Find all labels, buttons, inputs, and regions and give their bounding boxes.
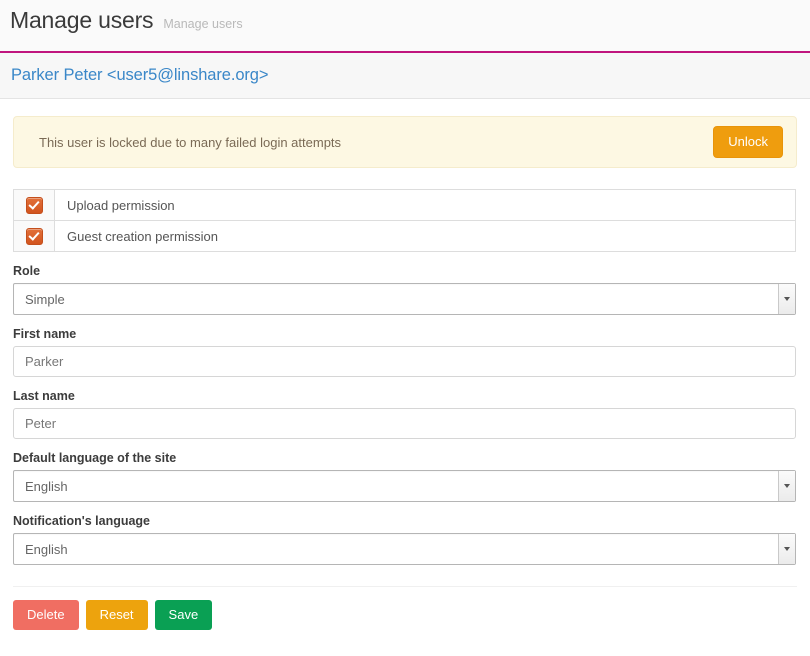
page-title: Manage users	[10, 7, 154, 33]
notification-language-field-group: Notification's language English	[13, 514, 797, 565]
user-identity-panel: Parker Peter <user5@linshare.org>	[0, 53, 810, 99]
locked-alert: This user is locked due to many failed l…	[13, 116, 797, 168]
role-field-group: Role Simple	[13, 264, 797, 315]
role-label: Role	[13, 264, 41, 278]
default-language-label: Default language of the site	[13, 451, 177, 465]
page-subtitle: Manage users	[163, 17, 243, 31]
delete-button[interactable]: Delete	[13, 600, 79, 630]
upload-permission-checkbox-cell[interactable]	[14, 190, 55, 220]
form-actions: Delete Reset Save	[13, 587, 797, 630]
user-identity-heading: Parker Peter <user5@linshare.org>	[11, 66, 269, 84]
first-name-label: First name	[13, 327, 77, 341]
last-name-input[interactable]	[13, 408, 796, 439]
notification-language-select-wrapper[interactable]: English	[13, 533, 796, 565]
first-name-input[interactable]	[13, 346, 796, 377]
default-language-select[interactable]: English	[13, 470, 796, 502]
upload-permission-label: Upload permission	[67, 197, 175, 213]
notification-language-select[interactable]: English	[13, 533, 796, 565]
role-select-wrapper[interactable]: Simple	[13, 283, 796, 315]
last-name-label: Last name	[13, 389, 75, 403]
locked-alert-message: This user is locked due to many failed l…	[39, 134, 342, 150]
notification-language-label: Notification's language	[13, 514, 151, 528]
default-language-field-group: Default language of the site English	[13, 451, 797, 502]
first-name-field-group: First name	[13, 327, 797, 377]
last-name-field-group: Last name	[13, 389, 797, 439]
form-content: This user is locked due to many failed l…	[0, 116, 810, 630]
checkbox-checked-icon[interactable]	[25, 196, 43, 214]
checkbox-checked-icon[interactable]	[25, 227, 43, 245]
permissions-table: Upload permission Guest creation permiss…	[13, 189, 796, 252]
reset-button[interactable]: Reset	[85, 600, 148, 630]
guest-creation-permission-label: Guest creation permission	[67, 228, 219, 244]
page-header: Manage users Manage users	[0, 0, 810, 53]
table-row: Upload permission	[14, 190, 795, 221]
default-language-select-wrapper[interactable]: English	[13, 470, 796, 502]
guest-creation-permission-checkbox-cell[interactable]	[14, 221, 55, 251]
role-select[interactable]: Simple	[13, 283, 796, 315]
save-button[interactable]: Save	[154, 600, 213, 630]
table-row: Guest creation permission	[14, 221, 795, 252]
unlock-button[interactable]: Unlock	[713, 126, 783, 158]
